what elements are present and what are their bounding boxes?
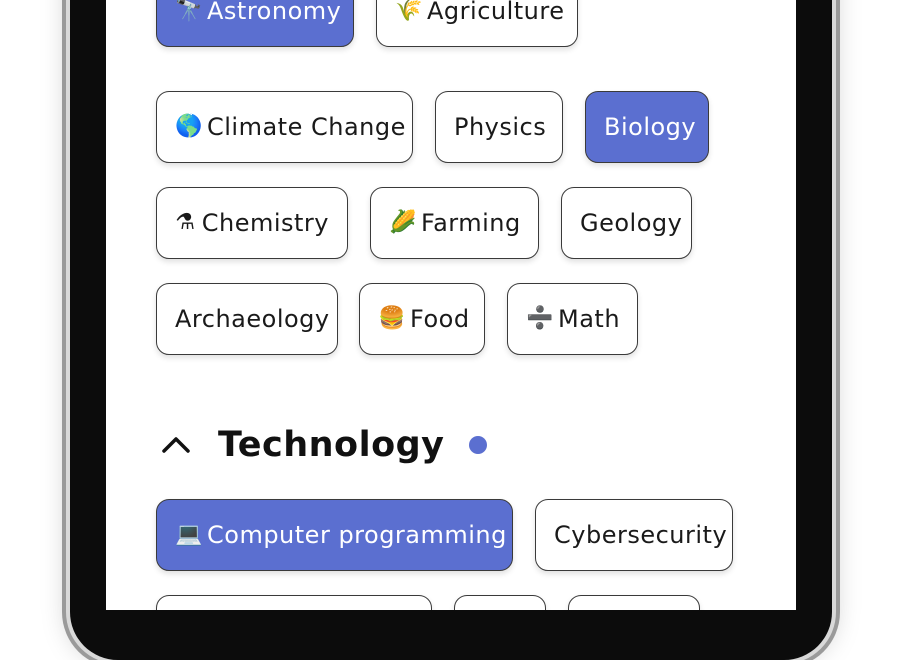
section-title: Technology — [218, 425, 445, 465]
chip-partial[interactable] — [156, 595, 432, 610]
chip-label: Computer programming — [207, 521, 507, 549]
chip-label: Food — [410, 305, 470, 333]
chip-farming[interactable]: 🌽 Farming — [370, 187, 539, 259]
chip-label: Cybersecurity — [554, 521, 728, 549]
phone-screen: 🔭 Astronomy 🌾 Agriculture 🌎 Climate Chan… — [106, 0, 796, 610]
chip-biology[interactable]: Biology — [585, 91, 709, 163]
chip-label: Farming — [421, 209, 521, 237]
chip-label: Climate Change — [207, 113, 406, 141]
chip-chemistry[interactable]: ⚗ Chemistry — [156, 187, 348, 259]
chip-label: Math — [558, 305, 621, 333]
dot-indicator — [468, 436, 487, 454]
chip-computer-programming[interactable]: 💻 Computer programming — [156, 499, 513, 571]
chip-food[interactable]: 🍔 Food — [359, 283, 485, 355]
telescope-icon: 🔭 — [175, 0, 203, 23]
chip-archaeology[interactable]: Archaeology — [156, 283, 338, 355]
chip-label: Geology — [580, 209, 683, 237]
chip-label: Physics — [454, 113, 547, 141]
chip-physics[interactable]: Physics — [435, 91, 563, 163]
phone-side-button-right — [832, 0, 838, 75]
chip-label: Archaeology — [175, 305, 330, 333]
chip-label: Astronomy — [207, 0, 342, 25]
wheat-icon: 🌾 — [395, 0, 423, 23]
chip-agriculture[interactable]: 🌾 Agriculture — [376, 0, 578, 47]
laptop-icon: 💻 — [175, 522, 203, 547]
chip-cybersecurity[interactable]: Cybersecurity — [535, 499, 733, 571]
corn-icon: 🌽 — [389, 210, 417, 235]
chip-partial[interactable] — [568, 595, 700, 610]
chip-partial[interactable] — [454, 595, 546, 610]
chip-label: Biology — [604, 113, 697, 141]
chip-math[interactable]: ➗ Math — [507, 283, 638, 355]
divide-icon: ➗ — [526, 306, 554, 331]
chip-geology[interactable]: Geology — [561, 187, 692, 259]
flask-icon: ⚗ — [175, 210, 196, 235]
chip-label: Agriculture — [427, 0, 565, 25]
technology-section-header[interactable]: Technology — [156, 420, 487, 470]
chip-label: Chemistry — [201, 209, 329, 237]
burger-icon: 🍔 — [378, 306, 406, 331]
chevron-up-icon[interactable] — [156, 425, 196, 465]
chip-climate-change[interactable]: 🌎 Climate Change — [156, 91, 413, 163]
chip-astronomy[interactable]: 🔭 Astronomy — [156, 0, 354, 47]
globe-icon: 🌎 — [175, 114, 203, 139]
phone-side-button-left — [62, 0, 68, 115]
